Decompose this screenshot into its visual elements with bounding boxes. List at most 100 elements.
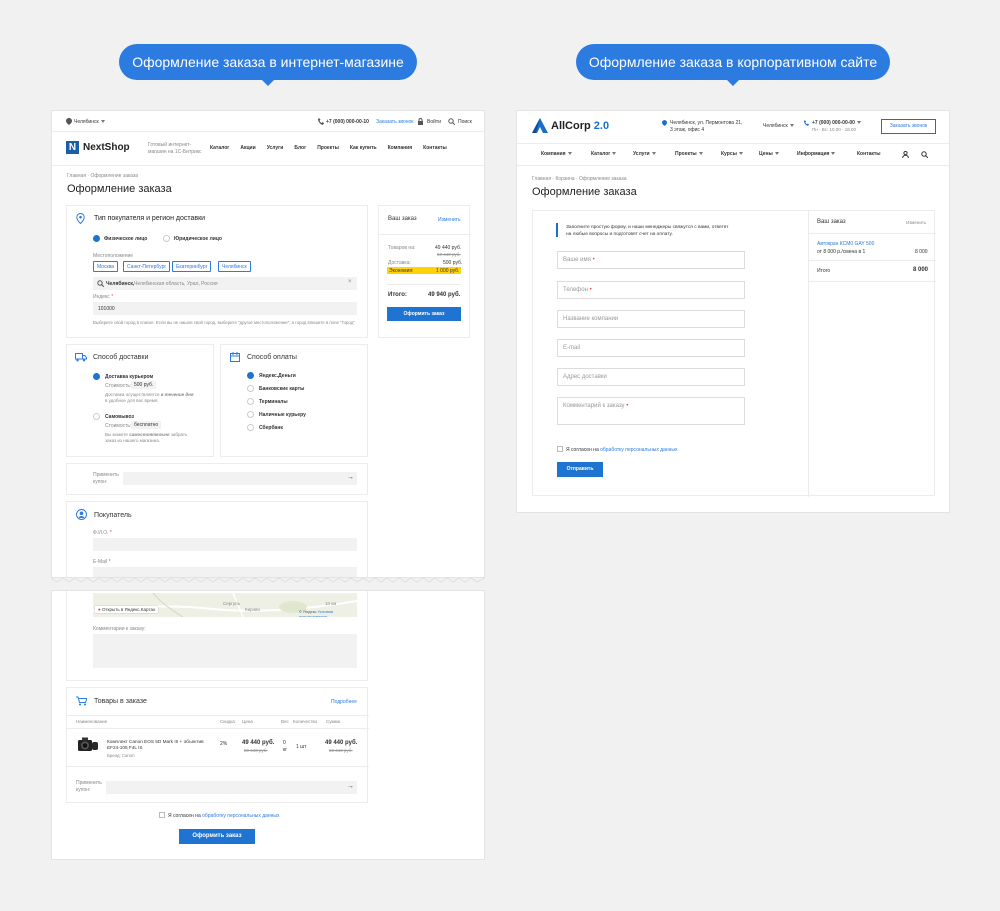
radio-sberbank[interactable] (247, 424, 254, 431)
product-name[interactable]: Комплект Canon EOS 5D Mark III + объекти… (107, 739, 204, 751)
summary-item-detail: от 8 000 р./смена в 1 (817, 249, 866, 255)
page-title: Оформление заказа (532, 186, 637, 198)
map-comment-section: ● Открыть в Яндекс.Картах Сергуль Кирово… (66, 591, 368, 681)
intro-accent (556, 223, 558, 237)
top-search-link[interactable]: Поиск (458, 119, 472, 125)
breadcrumb[interactable]: Главная · Оформление заказа (67, 173, 138, 179)
summary-submit-button[interactable]: Оформить заказ (387, 307, 461, 321)
summary-item-name[interactable]: Автокран КСМ0 GAY 500 (817, 241, 874, 247)
allcorp-logo-text[interactable]: AllCorp 2.0 (551, 120, 609, 132)
radio-legal[interactable] (163, 235, 170, 242)
radio-pickup[interactable] (93, 413, 100, 420)
menu-item-services[interactable]: Услуги (267, 145, 284, 151)
coupon-input[interactable]: → (123, 472, 357, 485)
summary-change-link[interactable]: Изменить (438, 217, 461, 223)
phone[interactable]: +7 (000) 000-00-00 (812, 120, 861, 126)
delivery-section: Способ доставки Доставка курьером Стоимо… (66, 344, 214, 457)
summary-delivery-label: Доставка: (388, 260, 411, 266)
cart-icon (76, 696, 87, 706)
goods-more-link[interactable]: Подробнее (331, 699, 357, 705)
radio-terminals[interactable] (247, 398, 254, 405)
location-input[interactable]: Челябинск, Челябинская область, Урал, Ро… (93, 277, 357, 290)
agree-link[interactable]: обработку персональных данных (202, 813, 279, 819)
nextshop-logo-mark[interactable]: N (66, 141, 79, 154)
agree-text: Я согласен на обработку персональных дан… (168, 813, 280, 819)
radio-courier[interactable] (93, 373, 100, 380)
radio-bank-cards[interactable] (247, 385, 254, 392)
arrow-right-icon[interactable]: → (347, 474, 354, 481)
product-image[interactable] (77, 736, 99, 754)
summary-change-link[interactable]: Изменить (906, 220, 926, 225)
menu-item-projects[interactable]: Проекты (675, 151, 721, 157)
allcorp-screenshot: AllCorp 2.0 Челябинск, ул. Пермонтова 21… (516, 110, 950, 513)
summary-economy-label: Экономия: (389, 268, 414, 274)
top-callback-link[interactable]: Заказать звонок (376, 119, 413, 125)
radio-cash-courier[interactable] (247, 411, 254, 418)
agree-checkbox[interactable] (557, 446, 563, 452)
summary-goods-label: Товаров на: (388, 245, 416, 251)
search-icon[interactable] (448, 118, 455, 125)
menu-item-company[interactable]: Компания (388, 145, 413, 151)
search-icon[interactable] (921, 151, 928, 158)
name-field[interactable]: Ваше имя • (557, 251, 745, 269)
agree-checkbox[interactable] (159, 812, 165, 818)
menu-item-prices[interactable]: Цены (759, 151, 797, 157)
yandex-map[interactable]: ● Открыть в Яндекс.Картах Сергуль Кирово… (93, 593, 357, 617)
city-tag-spb[interactable]: Санкт-Петербург (123, 261, 171, 272)
radio-yandex-money[interactable] (247, 372, 254, 379)
name-input[interactable] (93, 538, 357, 551)
buyer-section: Покупатель Ф.И.О. * E-Mail * (66, 501, 368, 577)
menu-item-sales[interactable]: Акции (240, 145, 255, 151)
product-sum-old: 50 440 руб. (329, 748, 353, 753)
coupon-input[interactable]: → (106, 781, 357, 794)
search-icon (97, 280, 104, 287)
map-city-label: Кирово (245, 607, 260, 612)
city-tag-moscow[interactable]: Москва (93, 261, 119, 272)
agree-link[interactable]: обработку персональных данных (600, 447, 677, 453)
pickup-label: Самовывоз (105, 414, 134, 420)
map-city-label: Сергуль (223, 601, 241, 606)
menu-item-catalog[interactable]: Каталог (210, 145, 229, 151)
menu-item-contacts[interactable]: Контакты (857, 151, 897, 157)
menu-item-contacts[interactable]: Контакты (423, 145, 447, 151)
map-open-button[interactable]: ● Открыть в Яндекс.Картах (95, 606, 159, 613)
menu-item-projects[interactable]: Проекты (317, 145, 339, 151)
summary-economy-value: 1 000 руб. (436, 268, 460, 274)
top-login-link[interactable]: Войти (427, 119, 441, 125)
city-tag-ekb[interactable]: Екатеринбург (172, 261, 212, 272)
summary-delivery-value: 500 руб. (443, 260, 463, 266)
top-city[interactable]: Челябинск (74, 119, 105, 125)
top-phone[interactable]: +7 (000) 000-00-10 (326, 119, 369, 125)
city-select[interactable]: Челябинск (763, 123, 794, 129)
submit-order-button[interactable]: Оформить заказ (179, 829, 255, 844)
menu-item-blog[interactable]: Блог (294, 145, 306, 151)
breadcrumb[interactable]: Главная · Корзина · Оформление заказа (532, 176, 627, 182)
allcorp-logo-icon[interactable] (531, 118, 549, 134)
arrow-right-icon[interactable]: → (347, 783, 354, 790)
product-weight: 0 кг (283, 740, 288, 753)
email-field[interactable]: E-mail (557, 339, 745, 357)
radio-individual[interactable] (93, 235, 100, 242)
clear-icon[interactable]: × (348, 279, 352, 285)
product-price-old: 50 440 руб. (244, 748, 268, 753)
name-label: Ф.И.О. * (93, 530, 112, 536)
comment-textarea[interactable] (93, 634, 357, 668)
menu-item-courses[interactable]: Курсы (721, 151, 759, 157)
callback-button[interactable]: Заказать звонок (881, 119, 936, 134)
address-field[interactable]: Адрес доставки (557, 368, 745, 386)
nextshop-tagline: Готовый интернет-магазин на 1С-Битрикс (148, 142, 202, 155)
company-field[interactable]: Название компании (557, 310, 745, 328)
menu-item-info[interactable]: Информация (797, 151, 857, 157)
menu-item-catalog[interactable]: Каталог (591, 151, 633, 157)
nextshop-logo-text[interactable]: NextShop (83, 142, 130, 153)
payment-option-label: Наличные курьеру (259, 412, 306, 418)
phone-field[interactable]: Телефон • (557, 281, 745, 299)
menu-item-how-to-buy[interactable]: Как купить (350, 145, 377, 151)
zip-input[interactable]: 101000 (93, 302, 357, 315)
menu-item-services[interactable]: Услуги (633, 151, 675, 157)
user-icon[interactable] (902, 151, 909, 158)
send-button[interactable]: Отправить (557, 462, 603, 477)
comment-field[interactable]: Комментарий к заказу • (557, 397, 745, 425)
city-tag-chel[interactable]: Челябинск (218, 261, 251, 272)
menu-item-company[interactable]: Компания (541, 151, 591, 157)
